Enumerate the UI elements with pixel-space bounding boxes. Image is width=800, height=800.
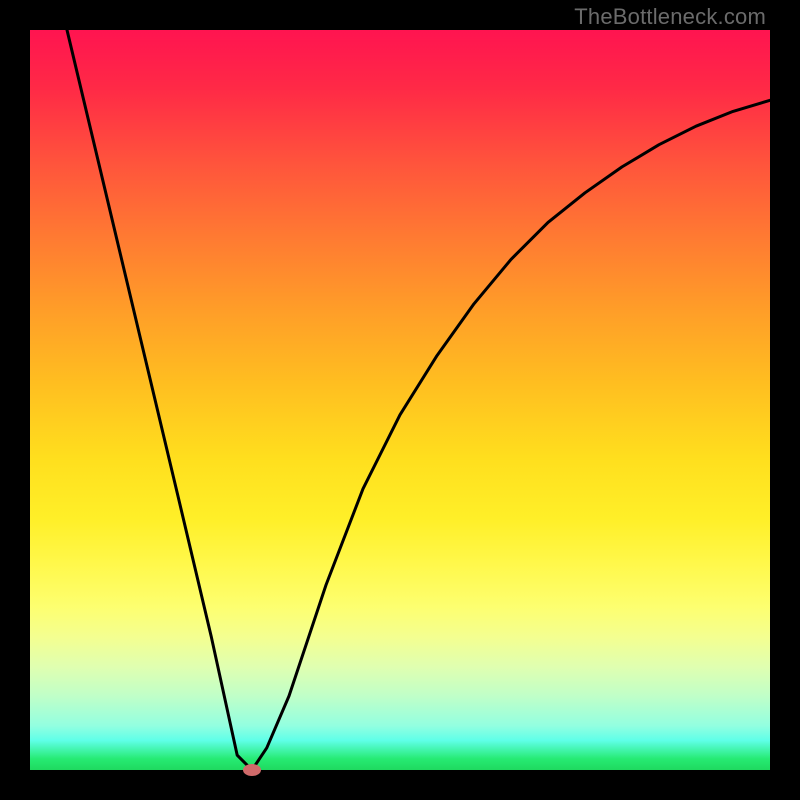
chart-frame: TheBottleneck.com <box>0 0 800 800</box>
chart-overlay <box>30 30 770 770</box>
watermark-text: TheBottleneck.com <box>574 4 766 30</box>
minimum-marker <box>243 764 261 776</box>
bottleneck-curve <box>67 30 770 770</box>
